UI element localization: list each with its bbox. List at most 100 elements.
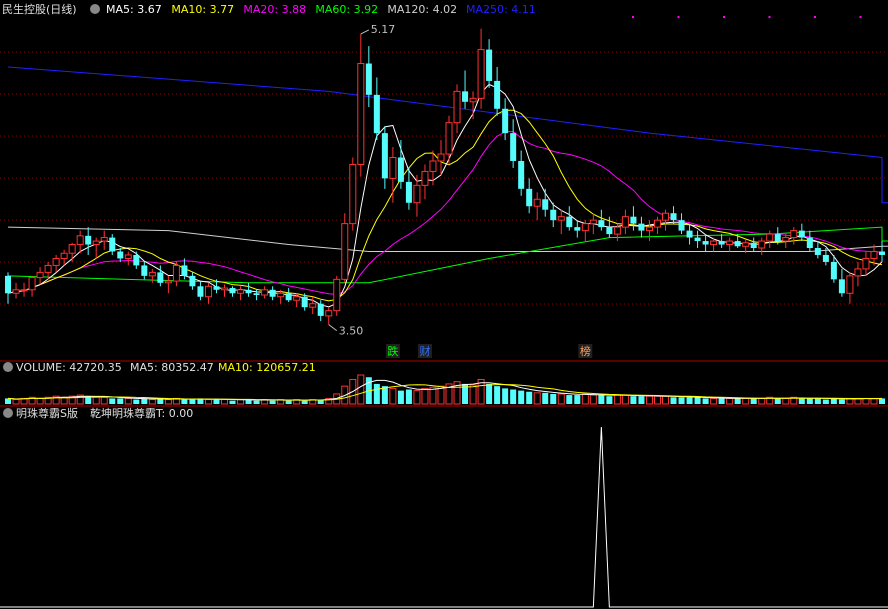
volume-toggle-icon[interactable] <box>3 362 13 372</box>
candle-body-down <box>381 133 388 179</box>
volume-ma5: MA5: 80352.47 <box>130 361 214 374</box>
volume-bar-up <box>581 393 589 405</box>
high-pointer <box>360 29 370 35</box>
volume-bar-down <box>405 389 412 404</box>
candle-body-up <box>100 237 108 242</box>
volume-bar-down <box>301 400 308 404</box>
candle-body-up <box>164 280 172 284</box>
volume-bar-up <box>862 397 870 405</box>
candle-body-down <box>285 293 292 301</box>
volume-bar-up <box>36 397 44 405</box>
volume-bar-up <box>148 399 156 405</box>
candle-body-up <box>645 226 653 232</box>
volume-bar-up <box>661 395 670 405</box>
candle-body-up <box>325 310 333 317</box>
candle-body-up <box>277 292 285 298</box>
candle-body-down <box>718 241 725 245</box>
volume-bar-down <box>189 399 196 404</box>
candle-body-up <box>172 264 180 282</box>
volume-bar-down <box>750 398 757 404</box>
candle-body-down <box>109 237 116 252</box>
event-marker: 财 <box>419 344 430 358</box>
ma-legend-item: MA20: 3.88 <box>243 3 306 16</box>
indicator-toggle-icon[interactable] <box>3 408 13 418</box>
legend-toggle-icon[interactable] <box>90 4 100 14</box>
volume-bar-up <box>621 394 629 405</box>
volume-bar-up <box>589 394 597 405</box>
volume-bar-down <box>734 398 741 404</box>
volume-bar-down <box>574 395 581 404</box>
candle-body-down <box>213 286 220 290</box>
candle-body-up <box>661 212 670 221</box>
candle-body-up <box>237 289 245 294</box>
candle-body-down <box>510 133 517 161</box>
candle-body-up <box>533 198 541 207</box>
candle-body-down <box>542 199 549 210</box>
candle-body-down <box>806 237 813 249</box>
candle-body-down <box>253 293 260 296</box>
candle-body-down <box>181 265 188 276</box>
candle-body-down <box>317 303 324 316</box>
candle-body-down <box>373 94 380 134</box>
candle-body-up <box>437 153 445 162</box>
top-marker-dot <box>859 16 862 18</box>
candle-body-up <box>76 235 84 246</box>
candle-body-down <box>670 213 677 221</box>
candle-body-down <box>878 251 885 255</box>
candle-body-up <box>557 216 565 221</box>
candle-body-down <box>638 223 645 231</box>
volume-bar-down <box>838 399 845 404</box>
candle-body-up <box>581 223 589 232</box>
candle-body-down <box>229 288 236 294</box>
candle-body-down <box>686 230 693 238</box>
candle-body-up <box>782 237 790 242</box>
volume-bar-up <box>389 387 397 405</box>
ma-legend-item: MA60: 3.92 <box>315 3 378 16</box>
candle-body-up <box>36 271 44 279</box>
candle-body-up <box>477 49 485 99</box>
volume-bar-down <box>133 399 140 404</box>
candle-body-down <box>301 296 308 308</box>
volume-bar-down <box>694 397 701 404</box>
volume-bar-up <box>164 399 172 405</box>
candle-body-up <box>653 219 661 228</box>
candle-body-up <box>52 257 60 266</box>
volume-bar-up <box>742 397 750 405</box>
candle-body-down <box>189 275 196 287</box>
candle-body-down <box>830 261 837 280</box>
low-pointer <box>328 324 338 331</box>
top-marker-dot <box>723 16 725 18</box>
candle-body-up <box>309 303 317 308</box>
candle-body-up <box>333 278 341 312</box>
candle-body-down <box>245 289 252 294</box>
chart-stage: 5.173.50跌财榜预民生控股(日线)MA5: 3.67MA10: 3.77M… <box>0 2 888 608</box>
candle-body-down <box>814 248 821 255</box>
volume-bar-down <box>397 390 404 404</box>
top-marker-dot <box>768 16 771 18</box>
candle-body-up <box>621 216 629 228</box>
candle-body-up <box>357 63 365 165</box>
volume-bar-down <box>502 388 509 404</box>
volume-bar-down <box>774 398 781 404</box>
volume-bar-down <box>702 398 709 404</box>
top-marker-dot <box>677 16 680 18</box>
volume-bar-up <box>726 397 734 405</box>
candle-body-up <box>60 252 68 259</box>
candle-body-up <box>68 244 76 254</box>
candle-body-down <box>678 220 685 231</box>
volume-bar-down <box>518 390 525 404</box>
volume-bar-up <box>12 399 20 405</box>
candle-body-down <box>486 49 493 81</box>
candle-body-up <box>429 160 437 172</box>
ma60-line <box>7 226 888 284</box>
candle-body-up <box>341 223 349 280</box>
candle-body-down <box>141 265 148 276</box>
volume-bar-down <box>822 399 829 404</box>
ma-legend-item: MA10: 3.77 <box>171 3 234 16</box>
candle-body-down <box>702 241 709 245</box>
volume-bar-down <box>638 396 645 404</box>
volume-bar-up <box>357 374 365 405</box>
candle-body-up <box>204 285 212 298</box>
volume-bar-down <box>285 400 292 404</box>
stock-name: 民生控股(日线) <box>2 2 77 16</box>
